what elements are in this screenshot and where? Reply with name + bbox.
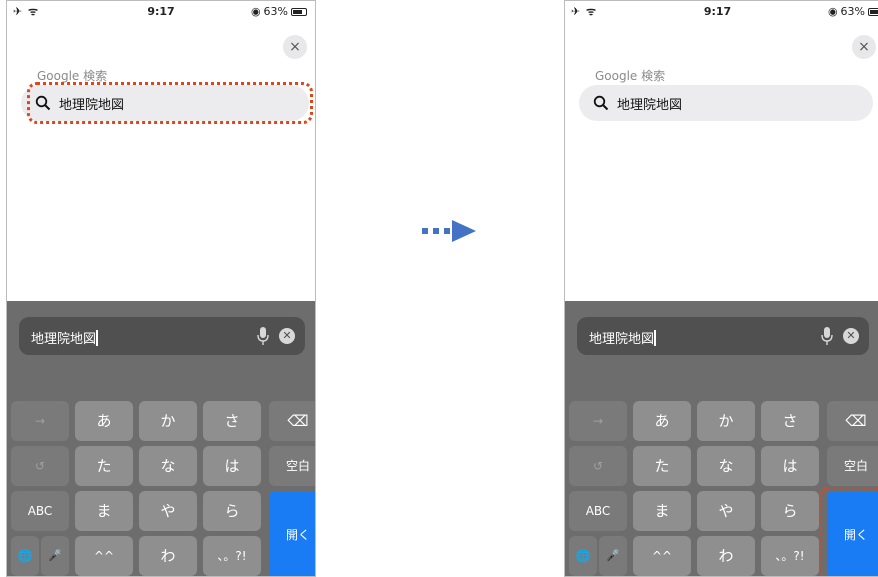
- key-na[interactable]: な: [697, 446, 755, 486]
- key-wa[interactable]: わ: [139, 536, 197, 576]
- key-ya[interactable]: や: [697, 491, 755, 531]
- key-backspace[interactable]: ⌫: [827, 401, 878, 441]
- clock: 9:17: [703, 5, 732, 18]
- close-button[interactable]: ×: [283, 35, 307, 59]
- search-icon: [593, 95, 609, 111]
- battery-icon: [868, 7, 878, 16]
- google-search-label: Google 検索: [595, 69, 666, 83]
- key-sa[interactable]: さ: [203, 401, 261, 441]
- key-sa[interactable]: さ: [761, 401, 819, 441]
- battery-percent: 63%: [263, 5, 288, 18]
- key-ra[interactable]: ら: [761, 491, 819, 531]
- key-ta[interactable]: た: [633, 446, 691, 486]
- alarm-icon: ◉: [250, 5, 261, 18]
- dictation-icon[interactable]: 🎤: [599, 536, 627, 576]
- key-ya[interactable]: や: [139, 491, 197, 531]
- battery-percent: 63%: [840, 5, 865, 18]
- key-ka[interactable]: か: [139, 401, 197, 441]
- input-text: 地理院地図: [31, 330, 98, 347]
- key-wa[interactable]: わ: [697, 536, 755, 576]
- keyboard-area: 地理院地図 ✕ → あ か さ ⌫ ↺ た な は 空白 ABC ま や ら 開…: [7, 301, 315, 576]
- suggestion-text: 地理院地図: [617, 97, 683, 113]
- key-ta[interactable]: た: [75, 446, 133, 486]
- globe-icon[interactable]: 🌐: [11, 536, 39, 576]
- highlight-suggestion: [27, 82, 313, 124]
- key-dakuten[interactable]: ^^: [633, 536, 691, 576]
- battery-status: ◉ 63%: [828, 5, 878, 18]
- clear-icon[interactable]: ✕: [279, 328, 295, 344]
- key-punct[interactable]: 、。?!: [203, 536, 261, 576]
- close-button[interactable]: ×: [852, 35, 876, 59]
- battery-icon: [291, 7, 307, 16]
- key-punct[interactable]: 、。?!: [761, 536, 819, 576]
- key-a[interactable]: あ: [75, 401, 133, 441]
- key-open[interactable]: 開く: [269, 491, 315, 576]
- key-space[interactable]: 空白: [827, 446, 878, 486]
- key-backspace[interactable]: ⌫: [269, 401, 315, 441]
- key-dakuten[interactable]: ^^: [75, 536, 133, 576]
- globe-icon[interactable]: 🌐: [569, 536, 597, 576]
- status-bar: ✈ ᯤ 9:17 ◉ 63%: [565, 1, 878, 23]
- clear-icon[interactable]: ✕: [843, 328, 859, 344]
- battery-status: ◉ 63%: [251, 5, 307, 18]
- phone-after: ✈ ᯤ 9:17 ◉ 63% × Google 検索 地理院地図 地理院地図 ✕…: [564, 0, 878, 577]
- key-abc[interactable]: ABC: [569, 491, 627, 531]
- status-bar: ✈ ᯤ 9:17 ◉ 63%: [7, 1, 315, 23]
- key-arrow[interactable]: →: [11, 401, 69, 441]
- key-abc[interactable]: ABC: [11, 491, 69, 531]
- microphone-icon[interactable]: [821, 327, 833, 345]
- key-ra[interactable]: ら: [203, 491, 261, 531]
- microphone-icon[interactable]: [257, 327, 269, 345]
- input-text: 地理院地図: [589, 330, 656, 347]
- highlight-open-key: [819, 487, 878, 576]
- alarm-icon: ◉: [827, 5, 838, 18]
- search-input[interactable]: 地理院地図 ✕: [19, 317, 305, 355]
- key-undo[interactable]: ↺: [569, 446, 627, 486]
- key-ka[interactable]: か: [697, 401, 755, 441]
- key-ha[interactable]: は: [761, 446, 819, 486]
- key-ma[interactable]: ま: [75, 491, 133, 531]
- key-na[interactable]: な: [139, 446, 197, 486]
- key-a[interactable]: あ: [633, 401, 691, 441]
- key-ha[interactable]: は: [203, 446, 261, 486]
- phone-before: ✈ ᯤ 9:17 ◉ 63% × Google 検索 地理院地図 地理院地図 ✕…: [6, 0, 316, 577]
- search-suggestion[interactable]: 地理院地図: [579, 85, 873, 121]
- key-undo[interactable]: ↺: [11, 446, 69, 486]
- key-space[interactable]: 空白: [269, 446, 315, 486]
- dictation-icon[interactable]: 🎤: [41, 536, 69, 576]
- key-ma[interactable]: ま: [633, 491, 691, 531]
- dotted-arrow-icon: [422, 220, 476, 242]
- key-arrow[interactable]: →: [569, 401, 627, 441]
- search-input[interactable]: 地理院地図 ✕: [577, 317, 869, 355]
